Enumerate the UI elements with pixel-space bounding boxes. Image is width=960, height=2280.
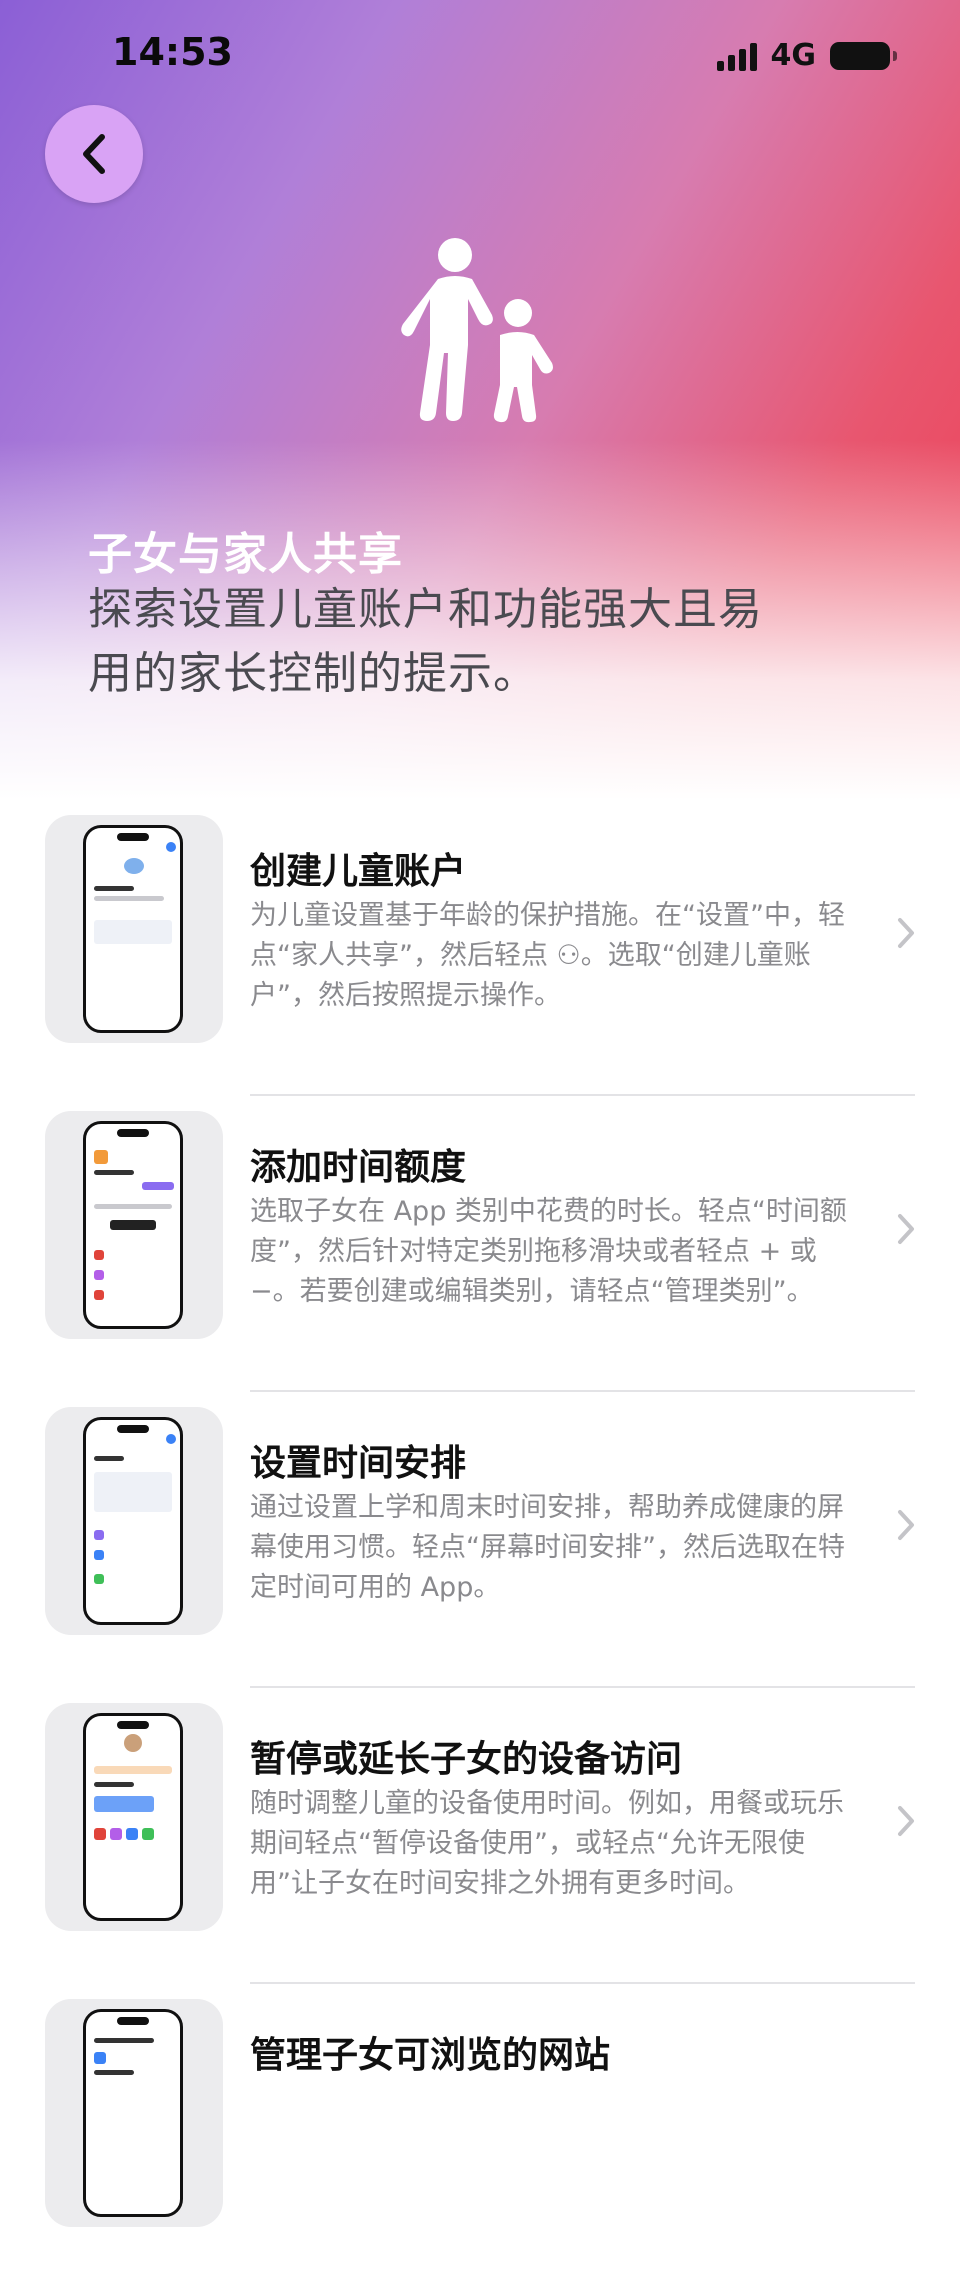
item-description: 随时调整儿童的设备使用时间。例如，用餐或玩乐期间轻点“暂停设备使用”，或轻点“允… — [250, 1788, 844, 1899]
item-title: 添加时间额度 — [250, 1147, 467, 1188]
battery-icon — [830, 41, 897, 70]
phone-mockup — [83, 825, 183, 1033]
item-title: 暂停或延长子女的设备访问 — [250, 1739, 683, 1780]
back-button[interactable] — [45, 105, 143, 203]
item-title: 管理子女可浏览的网站 — [250, 2035, 611, 2076]
tips-list: 创建儿童账户 为儿童设置基于年龄的保护措施。在“设置”中，轻点“家人共享”，然后… — [0, 800, 960, 2280]
chevron-right-icon — [898, 1510, 914, 1540]
phone-mockup — [83, 1121, 183, 1329]
chevron-right-icon — [898, 1806, 914, 1836]
chevron-right-icon — [898, 1214, 914, 1244]
signal-icon — [716, 41, 757, 71]
tip-thumbnail — [45, 1999, 223, 2227]
item-description: 为儿童设置基于年龄的保护措施。在“设置”中，轻点“家人共享”，然后轻点 ⚇。选取… — [250, 900, 845, 1011]
tip-thumbnail — [45, 815, 223, 1043]
tip-thumbnail — [45, 1111, 223, 1339]
tip-thumbnail — [45, 1407, 223, 1635]
page-title: 子女与家人共享 — [88, 529, 403, 580]
phone-mockup — [83, 2009, 183, 2217]
list-item[interactable]: 管理子女可浏览的网站 — [0, 1984, 960, 2280]
page-subtitle: 探索设置儿童账户和功能强大且易用的家长控制的提示。 — [88, 584, 763, 699]
item-description: 通过设置上学和周末时间安排，帮助养成健康的屏幕使用习惯。轻点“屏幕时间安排”，然… — [250, 1492, 845, 1603]
chevron-left-icon — [83, 134, 105, 174]
list-item[interactable]: 暂停或延长子女的设备访问 随时调整儿童的设备使用时间。例如，用餐或玩乐期间轻点“… — [0, 1688, 960, 1984]
tip-thumbnail — [45, 1703, 223, 1931]
parent-child-icon — [401, 238, 553, 423]
phone-mockup — [83, 1417, 183, 1625]
network-type: 4G — [770, 38, 817, 73]
status-indicators: 4G — [716, 38, 897, 73]
status-time: 14:53 — [112, 30, 233, 74]
list-item[interactable]: 添加时间额度 选取子女在 App 类别中花费的时长。轻点“时间额度”，然后针对特… — [0, 1096, 960, 1392]
list-item[interactable]: 设置时间安排 通过设置上学和周末时间安排，帮助养成健康的屏幕使用习惯。轻点“屏幕… — [0, 1392, 960, 1688]
item-title: 创建儿童账户 — [250, 851, 467, 892]
chevron-right-icon — [898, 918, 914, 948]
list-item[interactable]: 创建儿童账户 为儿童设置基于年龄的保护措施。在“设置”中，轻点“家人共享”，然后… — [0, 800, 960, 1096]
item-title: 设置时间安排 — [250, 1443, 467, 1484]
phone-mockup — [83, 1713, 183, 1921]
item-description: 选取子女在 App 类别中花费的时长。轻点“时间额度”，然后针对特定类别拖移滑块… — [250, 1196, 847, 1307]
